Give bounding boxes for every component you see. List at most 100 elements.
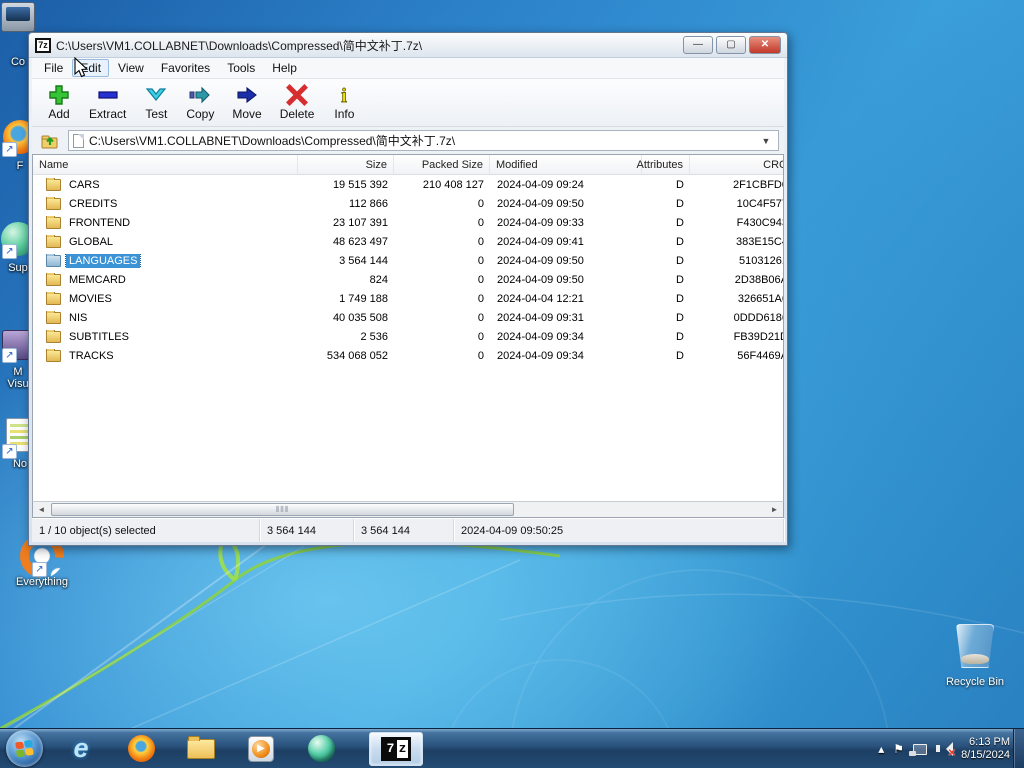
file-size: 19 515 392 bbox=[332, 178, 388, 191]
scrollbar-track[interactable]: ⦀⦀⦀ bbox=[50, 502, 766, 517]
file-attributes: D bbox=[676, 349, 684, 362]
col-header-modified[interactable]: Modified bbox=[490, 155, 642, 174]
file-size: 48 623 497 bbox=[332, 235, 388, 248]
file-packed-size: 0 bbox=[477, 349, 484, 362]
scroll-right-icon[interactable]: ► bbox=[766, 502, 783, 517]
address-dropdown-icon[interactable]: ▼ bbox=[758, 136, 774, 146]
extract-button[interactable]: Extract bbox=[82, 82, 133, 123]
window-title: C:\Users\VM1.COLLABNET\Downloads\Compres… bbox=[56, 38, 423, 53]
copy-button[interactable]: Copy bbox=[179, 82, 221, 123]
table-row[interactable]: NIS 40 035 508 0 2024-04-09 09:31 D 0DDD… bbox=[33, 308, 783, 327]
add-plus-icon bbox=[49, 85, 69, 105]
delete-button[interactable]: Delete bbox=[273, 82, 322, 123]
file-size: 1 749 188 bbox=[339, 292, 388, 305]
taskbar-ie[interactable]: e bbox=[66, 733, 96, 764]
mouse-cursor bbox=[74, 57, 89, 78]
shortcut-arrow-icon: ↗ bbox=[32, 562, 47, 577]
taskbar-media-player[interactable]: ▶ bbox=[246, 734, 276, 764]
folder-icon bbox=[46, 196, 61, 210]
table-row[interactable]: GLOBAL 48 623 497 0 2024-04-09 09:41 D 3… bbox=[33, 232, 783, 251]
table-row[interactable]: CREDITS 112 866 0 2024-04-09 09:50 D 10C… bbox=[33, 194, 783, 213]
file-packed-size: 0 bbox=[477, 311, 484, 324]
volume-muted-icon[interactable]: ✕ bbox=[936, 742, 956, 759]
file-modified: 2024-04-09 09:34 bbox=[497, 349, 584, 362]
table-row[interactable]: CARS 19 515 392 210 408 127 2024-04-09 0… bbox=[33, 175, 783, 194]
file-attributes: D bbox=[676, 178, 684, 191]
file-size: 3 564 144 bbox=[339, 254, 388, 267]
file-modified: 2024-04-09 09:31 bbox=[497, 311, 584, 324]
folder-icon bbox=[46, 177, 61, 191]
file-crc: 56F4469A bbox=[737, 349, 784, 362]
file-attributes: D bbox=[676, 197, 684, 210]
taskbar-clock[interactable]: 6:13 PM 8/15/2024 bbox=[961, 736, 1010, 762]
clock-date: 8/15/2024 bbox=[961, 749, 1010, 761]
table-row[interactable]: LANGUAGES 3 564 144 0 2024-04-09 09:50 D… bbox=[33, 251, 783, 270]
show-desktop-button[interactable] bbox=[1013, 729, 1024, 768]
table-row[interactable]: TRACKS 534 068 052 0 2024-04-09 09:34 D … bbox=[33, 346, 784, 365]
file-size: 23 107 391 bbox=[332, 216, 388, 229]
menu-tools[interactable]: Tools bbox=[219, 59, 263, 77]
menu-favorites[interactable]: Favorites bbox=[153, 59, 218, 77]
maximize-button[interactable]: ▢ bbox=[716, 36, 746, 54]
shortcut-arrow-icon: ↗ bbox=[2, 348, 17, 363]
action-center-flag-icon[interactable]: ⚑ bbox=[893, 742, 904, 756]
scrollbar-thumb[interactable]: ⦀⦀⦀ bbox=[51, 503, 514, 516]
file-packed-size: 0 bbox=[477, 330, 484, 343]
test-button[interactable]: Test bbox=[137, 82, 175, 123]
show-hidden-icons[interactable]: ▴ bbox=[878, 742, 884, 756]
folder-icon bbox=[46, 272, 61, 286]
file-packed-size: 0 bbox=[477, 235, 484, 248]
file-name: CREDITS bbox=[69, 197, 118, 210]
file-name: LANGUAGES bbox=[64, 253, 142, 268]
col-header-attributes[interactable]: Attributes bbox=[637, 155, 690, 174]
table-row[interactable]: SUBTITLES 2 536 0 2024-04-09 09:34 D FB3… bbox=[33, 327, 783, 346]
test-check-icon bbox=[146, 88, 167, 101]
file-packed-size: 0 bbox=[477, 216, 484, 229]
network-icon[interactable] bbox=[909, 743, 928, 756]
table-row[interactable]: MOVIES 1 749 188 0 2024-04-04 12:21 D 32… bbox=[33, 289, 783, 308]
table-row[interactable]: FRONTEND 23 107 391 0 2024-04-09 09:33 D… bbox=[33, 213, 783, 232]
horizontal-scrollbar[interactable]: ◄ ⦀⦀⦀ ► bbox=[32, 501, 784, 518]
desktop-icon-recycle-bin[interactable]: Recycle Bin bbox=[938, 624, 1012, 688]
windows-flag-icon bbox=[14, 739, 34, 758]
table-row[interactable]: MEMCARD 824 0 2024-04-09 09:50 D 2D38B06… bbox=[33, 270, 783, 289]
title-bar[interactable]: 7z C:\Users\VM1.COLLABNET\Downloads\Comp… bbox=[29, 33, 787, 58]
minimize-button[interactable]: — bbox=[683, 36, 713, 54]
move-button[interactable]: Move bbox=[225, 82, 268, 123]
col-header-name[interactable]: Name bbox=[33, 155, 298, 174]
document-icon bbox=[73, 133, 84, 148]
toolbar: Add Extract Test Copy Move Delete i Info bbox=[32, 79, 784, 127]
scroll-left-icon[interactable]: ◄ bbox=[33, 502, 50, 517]
menu-help[interactable]: Help bbox=[264, 59, 305, 77]
taskbar-green-app[interactable] bbox=[306, 734, 336, 764]
col-header-size[interactable]: Size bbox=[298, 155, 394, 174]
add-button[interactable]: Add bbox=[40, 82, 78, 123]
start-button[interactable] bbox=[6, 730, 43, 767]
file-name: SUBTITLES bbox=[69, 330, 129, 343]
address-bar[interactable]: C:\Users\VM1.COLLABNET\Downloads\Compres… bbox=[68, 130, 779, 151]
col-header-crc[interactable]: CRC bbox=[690, 155, 783, 174]
media-player-icon: ▶ bbox=[248, 735, 274, 762]
info-button[interactable]: i Info bbox=[325, 82, 363, 123]
file-modified: 2024-04-09 09:50 bbox=[497, 197, 584, 210]
file-name: MOVIES bbox=[69, 292, 112, 305]
file-attributes: D bbox=[676, 254, 684, 267]
status-bar: 1 / 10 object(s) selected 3 564 144 3 56… bbox=[32, 518, 784, 542]
up-folder-button[interactable] bbox=[37, 130, 63, 151]
close-button[interactable]: ✕ bbox=[749, 36, 781, 54]
copy-arrow-icon bbox=[189, 86, 211, 104]
status-packed: 3 564 144 bbox=[354, 519, 454, 542]
file-modified: 2024-04-09 09:24 bbox=[497, 178, 584, 191]
col-header-packed-size[interactable]: Packed Size bbox=[394, 155, 490, 174]
file-modified: 2024-04-04 12:21 bbox=[497, 292, 584, 305]
7zip-icon: 7z bbox=[381, 736, 411, 761]
file-name: MEMCARD bbox=[69, 273, 126, 286]
file-list: Name Size Packed Size Modified Attribute… bbox=[32, 154, 784, 501]
taskbar-firefox[interactable] bbox=[126, 734, 156, 764]
taskbar-explorer[interactable] bbox=[186, 734, 216, 764]
menu-file[interactable]: File bbox=[36, 59, 71, 77]
taskbar-7zip-active[interactable]: 7z bbox=[369, 731, 423, 766]
file-modified: 2024-04-09 09:50 bbox=[497, 254, 584, 267]
info-i-icon: i bbox=[341, 85, 348, 106]
menu-view[interactable]: View bbox=[110, 59, 152, 77]
